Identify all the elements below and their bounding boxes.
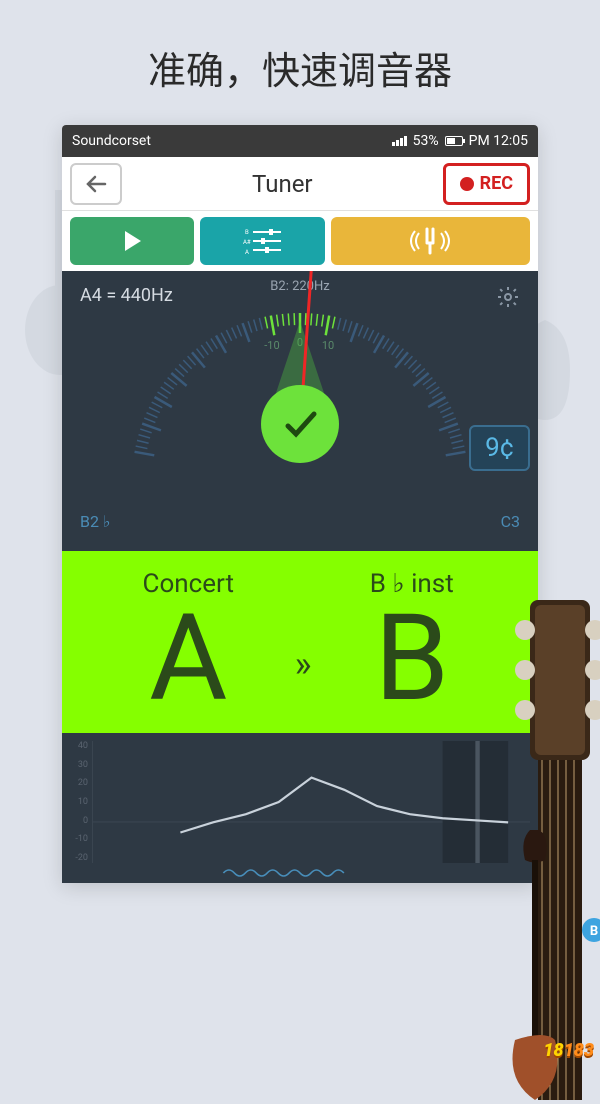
settings-button[interactable] [496, 285, 520, 313]
signal-icon [392, 136, 407, 146]
in-tune-indicator [261, 385, 339, 463]
svg-text:B: B [245, 229, 249, 236]
page-title: Tuner [130, 170, 435, 198]
concert-pitch-panel[interactable]: Concert A » B ♭ inst B [62, 551, 538, 733]
graph-plot-area [92, 741, 530, 863]
back-button[interactable] [70, 163, 122, 205]
high-note-label: C3 [501, 512, 520, 531]
nav-bar: Tuner REC [62, 157, 538, 211]
svg-text:A: A [245, 249, 249, 256]
concert-left-note: A [86, 599, 291, 719]
toolbar: B A# A [62, 211, 538, 271]
tuner-gauge: A4 = 440Hz B2: 220Hz -10010 9¢ B2 ♭ C3 [62, 271, 538, 551]
play-button[interactable] [70, 217, 194, 265]
battery-icon [445, 136, 463, 146]
pitch-history-graph: 403020100-10-20 [62, 733, 538, 883]
svg-text:B: B [590, 924, 598, 939]
tuning-sliders-button[interactable]: B A# A [200, 217, 324, 265]
low-note-label: B2 ♭ [80, 512, 110, 531]
svg-text:A#: A# [243, 239, 251, 246]
app-name: Soundcorset [72, 133, 151, 149]
tuning-fork-button[interactable] [331, 217, 530, 265]
battery-percent: 53% [413, 133, 439, 149]
waveform-display [92, 865, 530, 881]
record-button[interactable]: REC [443, 163, 530, 205]
clock-time: PM 12:05 [469, 133, 528, 149]
cents-readout: 9¢ [469, 425, 530, 471]
status-bar: Soundcorset 53% PM 12:05 [62, 125, 538, 157]
watermark-logo: 1818183183 [543, 1040, 594, 1061]
graph-y-axis: 403020100-10-20 [66, 741, 88, 863]
transpose-arrow-icon: » [291, 643, 310, 685]
guitar-decoration: B [480, 600, 600, 1100]
phone-frame: Soundcorset 53% PM 12:05 Tuner REC B A# … [62, 125, 538, 883]
